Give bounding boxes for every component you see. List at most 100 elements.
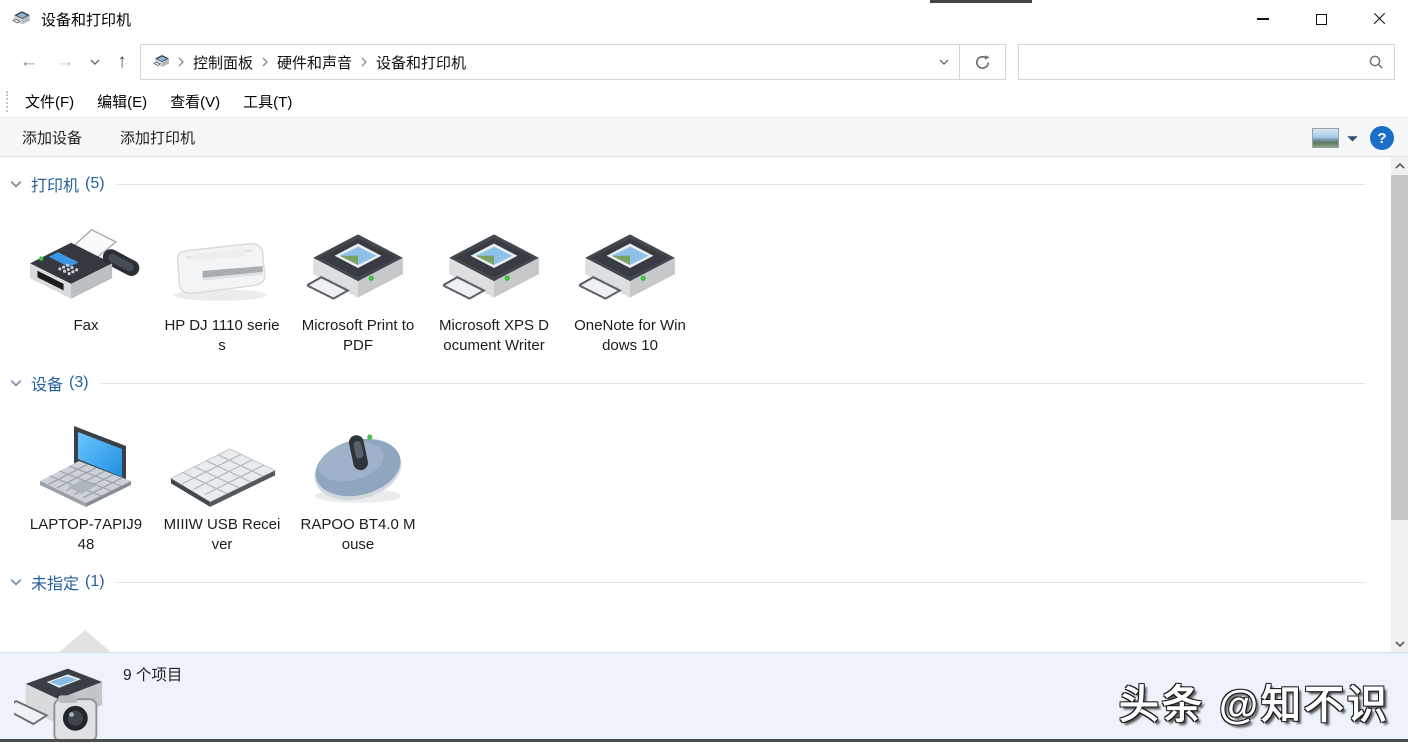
chevron-up-icon [1394,162,1405,169]
refresh-button[interactable] [959,45,1005,79]
section-title: 设备 [31,377,64,394]
view-options-button[interactable] [1312,128,1358,148]
photo-printer-camera-icon [14,661,110,745]
add-printer-button[interactable]: 添加打印机 [120,127,195,148]
section-rule [100,382,1365,384]
menubar-gripper[interactable] [6,91,8,112]
items-count-text: 9 个项目 [123,667,183,684]
device-item-usb-receiver[interactable]: MIIIW USB Receiver [154,412,290,555]
device-item-print-to-pdf[interactable]: Microsoft Print to PDF [290,213,426,356]
section-rule [116,183,1365,185]
section-header-devices[interactable]: 设备 (3) [0,368,1391,398]
breadcrumb-item-hardware-sound[interactable]: 硬件和声音 [273,52,356,73]
watermark-text: 头条 @知不识 [1118,683,1390,727]
menu-file[interactable]: 文件(F) [20,88,79,115]
breadcrumb-separator-icon[interactable] [361,57,367,67]
scrollbar-down-button[interactable] [1391,635,1408,652]
scrollbar-thumb[interactable] [1391,175,1408,520]
picture-view-icon [1312,128,1339,148]
command-toolbar: 添加设备 添加打印机 ? [0,117,1408,157]
scrollbar-up-button[interactable] [1391,157,1408,174]
section-header-printers[interactable]: 打印机 (5) [0,169,1391,199]
mouse-icon [304,412,412,508]
unspecified-item-icon-partial[interactable] [48,630,122,654]
close-button[interactable] [1350,0,1408,38]
device-item-bt-mouse[interactable]: RAPOO BT4.0 Mouse [290,412,426,555]
section-rule [116,581,1365,583]
search-button[interactable] [1358,45,1394,79]
add-device-button[interactable]: 添加设备 [22,127,82,148]
menu-tools[interactable]: 工具(T) [238,88,297,115]
section-title: 打印机 [31,178,80,195]
laptop-icon [34,412,138,508]
back-button[interactable]: ← [14,38,44,86]
refresh-icon [975,54,990,69]
fax-icon [30,213,142,309]
breadcrumb: 控制面板 硬件和声音 设备和打印机 [141,45,929,79]
help-button[interactable]: ? [1370,126,1394,150]
search-icon [1369,55,1383,69]
device-item-laptop[interactable]: LAPTOP-7APIJ948 [18,412,154,555]
search-input[interactable] [1019,45,1358,79]
chevron-down-icon [939,59,949,65]
device-item-label: HP DJ 1110 series [164,317,280,354]
menu-bar: 文件(F) 编辑(E) 查看(V) 工具(T) [0,86,1408,117]
menu-view[interactable]: 查看(V) [165,88,225,115]
minimize-button[interactable] [1234,0,1292,38]
section-count: (5) [85,175,105,192]
address-dropdown-button[interactable] [929,45,959,79]
breadcrumb-separator-icon[interactable] [262,57,268,67]
printer-icon [443,213,545,309]
breadcrumb-printer-icon [153,54,171,70]
collapse-chevron-icon [10,578,22,586]
device-item-label: Fax [73,317,99,334]
history-dropdown-button[interactable] [84,38,106,86]
partial-device-icon [50,630,120,654]
window-title: 设备和打印机 [41,11,132,29]
forward-button[interactable]: → [50,38,80,86]
navigation-bar: ← → ↑ 控制面板 硬件和声音 设备和打印机 [0,38,1408,86]
device-item-label: Microsoft XPS Document Writer [438,317,550,354]
printer-icon [579,213,681,309]
printers-row: Fax HP DJ 1110 series Microsoft Print to… [0,213,1391,356]
search-box [1018,44,1395,80]
printer-icon [307,213,409,309]
maximize-button[interactable] [1292,0,1350,38]
minimize-icon [1257,18,1269,20]
chevron-down-icon [1347,135,1358,141]
collapse-chevron-icon [10,180,22,188]
breadcrumb-separator-icon[interactable] [178,57,184,67]
content-area: 打印机 (5) Fax HP DJ 1110 series Microsoft … [0,157,1391,652]
close-icon [1373,13,1386,26]
vertical-scrollbar[interactable] [1391,157,1408,652]
address-bar[interactable]: 控制面板 硬件和声音 设备和打印机 [140,44,1006,80]
chevron-down-icon [90,59,100,65]
breadcrumb-item-control-panel[interactable]: 控制面板 [189,52,257,73]
toolbar-right-group: ? [1312,118,1394,158]
device-item-label: Microsoft Print to PDF [301,317,415,354]
device-item-label: RAPOO BT4.0 Mouse [300,516,416,553]
collapse-chevron-icon [10,379,22,387]
keyboard-icon [163,412,281,508]
section-count: (3) [69,374,89,391]
devices-and-printers-window: { "window": { "title": "设备和打印机" }, "navb… [0,0,1408,742]
device-item-hp-dj-1110[interactable]: HP DJ 1110 series [154,213,290,356]
window-controls [1234,0,1408,38]
device-item-xps-writer[interactable]: Microsoft XPS Document Writer [426,213,562,356]
maximize-icon [1315,13,1327,25]
device-item-label: OneNote for Windows 10 [574,317,686,354]
section-header-unspecified[interactable]: 未指定 (1) [0,567,1391,597]
up-button[interactable]: ↑ [108,38,136,86]
device-item-label: LAPTOP-7APIJ948 [29,516,143,553]
chevron-down-icon [1394,640,1405,647]
menu-edit[interactable]: 编辑(E) [92,88,152,115]
section-title: 未指定 [31,576,80,593]
device-item-fax[interactable]: Fax [18,213,154,356]
breadcrumb-item-devices-printers[interactable]: 设备和打印机 [372,52,470,73]
screenshot-artifact-top [930,0,1032,3]
app-printer-icon [12,10,32,28]
device-item-onenote[interactable]: OneNote for Windows 10 [562,213,698,356]
devices-row: LAPTOP-7APIJ948 MIIIW USB Receiver RAPOO… [0,412,1391,555]
section-count: (1) [85,573,105,590]
device-item-label: MIIIW USB Receiver [163,516,281,553]
